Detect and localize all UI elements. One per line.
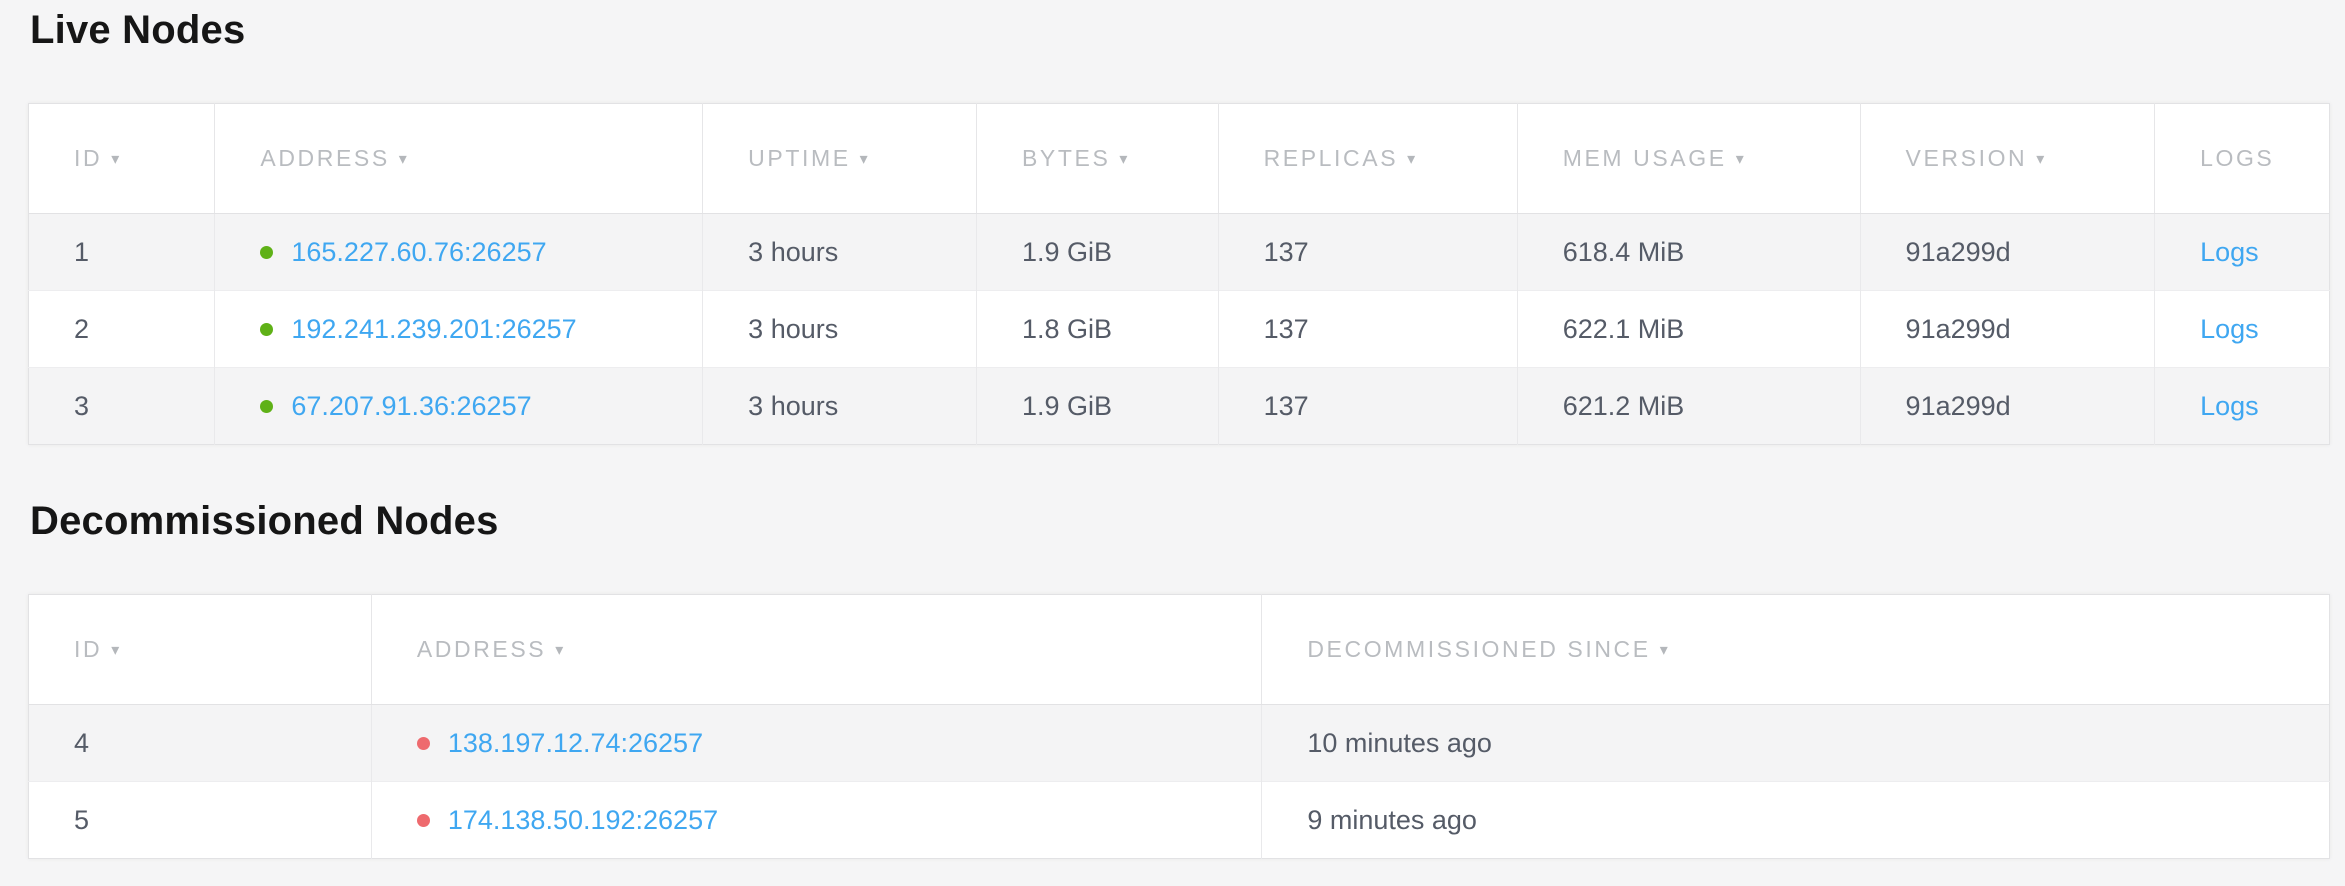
node-mem-usage-cell: 621.2 MiB xyxy=(1517,368,1860,445)
node-version-cell: 91a299d xyxy=(1860,214,2155,291)
live-status-dot-icon xyxy=(260,246,273,259)
node-uptime-cell: 3 hours xyxy=(703,368,977,445)
node-version-cell: 91a299d xyxy=(1860,291,2155,368)
sort-arrow-icon: ▾ xyxy=(1119,149,1130,169)
node-id-cell: 4 xyxy=(29,705,372,782)
node-address-link[interactable]: 67.207.91.36:26257 xyxy=(291,391,531,421)
table-row: 2 192.241.239.201:26257 3 hours 1.8 GiB … xyxy=(29,291,2330,368)
node-address-link[interactable]: 174.138.50.192:26257 xyxy=(448,805,718,835)
node-mem-usage-cell: 618.4 MiB xyxy=(1517,214,1860,291)
column-label: ADDRESS xyxy=(260,145,389,171)
column-label: REPLICAS xyxy=(1264,145,1399,171)
decommissioned-nodes-header-row: ID ▾ ADDRESS ▾ DECOMMISSIONED SINCE ▾ xyxy=(29,595,2330,705)
live-status-dot-icon xyxy=(260,400,273,413)
decommissioned-nodes-title: Decommissioned Nodes xyxy=(30,497,2345,545)
node-id-cell: 1 xyxy=(29,214,215,291)
column-header-version[interactable]: VERSION ▾ xyxy=(1860,104,2155,214)
column-header-mem-usage[interactable]: MEM USAGE ▾ xyxy=(1517,104,1860,214)
column-label: BYTES xyxy=(1022,145,1110,171)
live-nodes-title: Live Nodes xyxy=(30,0,2345,54)
column-header-logs: LOGS xyxy=(2155,104,2330,214)
node-bytes-cell: 1.9 GiB xyxy=(976,368,1218,445)
column-label: MEM USAGE xyxy=(1563,145,1727,171)
table-row: 1 165.227.60.76:26257 3 hours 1.9 GiB 13… xyxy=(29,214,2330,291)
decommissioned-nodes-table: ID ▾ ADDRESS ▾ DECOMMISSIONED SINCE ▾ 4 138… xyxy=(28,594,2330,859)
node-uptime-cell: 3 hours xyxy=(703,291,977,368)
decommissioned-since-cell: 10 minutes ago xyxy=(1262,705,2330,782)
logs-link[interactable]: Logs xyxy=(2200,391,2259,421)
node-address-cell: 192.241.239.201:26257 xyxy=(215,291,703,368)
node-replicas-cell: 137 xyxy=(1218,368,1517,445)
column-header-uptime[interactable]: UPTIME ▾ xyxy=(703,104,977,214)
node-address-cell: 174.138.50.192:26257 xyxy=(371,782,1261,859)
node-id-cell: 2 xyxy=(29,291,215,368)
column-header-bytes[interactable]: BYTES ▾ xyxy=(976,104,1218,214)
sort-arrow-icon: ▾ xyxy=(2036,149,2047,169)
table-row: 4 138.197.12.74:26257 10 minutes ago xyxy=(29,705,2330,782)
node-address-cell: 67.207.91.36:26257 xyxy=(215,368,703,445)
live-status-dot-icon xyxy=(260,323,273,336)
column-header-decommissioned-since[interactable]: DECOMMISSIONED SINCE ▾ xyxy=(1262,595,2330,705)
node-logs-cell: Logs xyxy=(2155,368,2330,445)
sort-arrow-icon: ▾ xyxy=(111,640,122,660)
table-row: 3 67.207.91.36:26257 3 hours 1.9 GiB 137… xyxy=(29,368,2330,445)
logs-link[interactable]: Logs xyxy=(2200,237,2259,267)
node-logs-cell: Logs xyxy=(2155,214,2330,291)
node-bytes-cell: 1.8 GiB xyxy=(976,291,1218,368)
live-nodes-table: ID ▾ ADDRESS ▾ UPTIME ▾ BYTES ▾ REPLICAS ▾ ME… xyxy=(28,103,2330,445)
decommissioned-status-dot-icon xyxy=(417,737,430,750)
node-bytes-cell: 1.9 GiB xyxy=(976,214,1218,291)
sort-arrow-icon: ▾ xyxy=(111,149,122,169)
node-replicas-cell: 137 xyxy=(1218,214,1517,291)
sort-arrow-icon: ▾ xyxy=(860,149,871,169)
sort-arrow-icon: ▾ xyxy=(1407,149,1418,169)
column-header-address[interactable]: ADDRESS ▾ xyxy=(371,595,1261,705)
column-label: UPTIME xyxy=(748,145,851,171)
sort-arrow-icon: ▾ xyxy=(1660,640,1671,660)
node-version-cell: 91a299d xyxy=(1860,368,2155,445)
column-header-id[interactable]: ID ▾ xyxy=(29,595,372,705)
node-address-link[interactable]: 192.241.239.201:26257 xyxy=(291,314,576,344)
column-label: ID xyxy=(74,636,102,662)
column-label: ID xyxy=(74,145,102,171)
node-replicas-cell: 137 xyxy=(1218,291,1517,368)
sort-arrow-icon: ▾ xyxy=(1736,149,1747,169)
node-address-cell: 165.227.60.76:26257 xyxy=(215,214,703,291)
column-label: ADDRESS xyxy=(417,636,546,662)
node-mem-usage-cell: 622.1 MiB xyxy=(1517,291,1860,368)
node-address-cell: 138.197.12.74:26257 xyxy=(371,705,1261,782)
decommissioned-since-cell: 9 minutes ago xyxy=(1262,782,2330,859)
node-uptime-cell: 3 hours xyxy=(703,214,977,291)
table-row: 5 174.138.50.192:26257 9 minutes ago xyxy=(29,782,2330,859)
decommissioned-status-dot-icon xyxy=(417,814,430,827)
column-label: LOGS xyxy=(2200,145,2274,171)
column-label: DECOMMISSIONED SINCE xyxy=(1307,636,1650,662)
node-id-cell: 3 xyxy=(29,368,215,445)
column-header-replicas[interactable]: REPLICAS ▾ xyxy=(1218,104,1517,214)
live-nodes-header-row: ID ▾ ADDRESS ▾ UPTIME ▾ BYTES ▾ REPLICAS ▾ ME… xyxy=(29,104,2330,214)
node-logs-cell: Logs xyxy=(2155,291,2330,368)
sort-arrow-icon: ▾ xyxy=(555,640,566,660)
logs-link[interactable]: Logs xyxy=(2200,314,2259,344)
sort-arrow-icon: ▾ xyxy=(399,149,410,169)
column-header-address[interactable]: ADDRESS ▾ xyxy=(215,104,703,214)
column-header-id[interactable]: ID ▾ xyxy=(29,104,215,214)
column-label: VERSION xyxy=(1906,145,2028,171)
node-address-link[interactable]: 165.227.60.76:26257 xyxy=(291,237,546,267)
node-address-link[interactable]: 138.197.12.74:26257 xyxy=(448,728,703,758)
node-id-cell: 5 xyxy=(29,782,372,859)
